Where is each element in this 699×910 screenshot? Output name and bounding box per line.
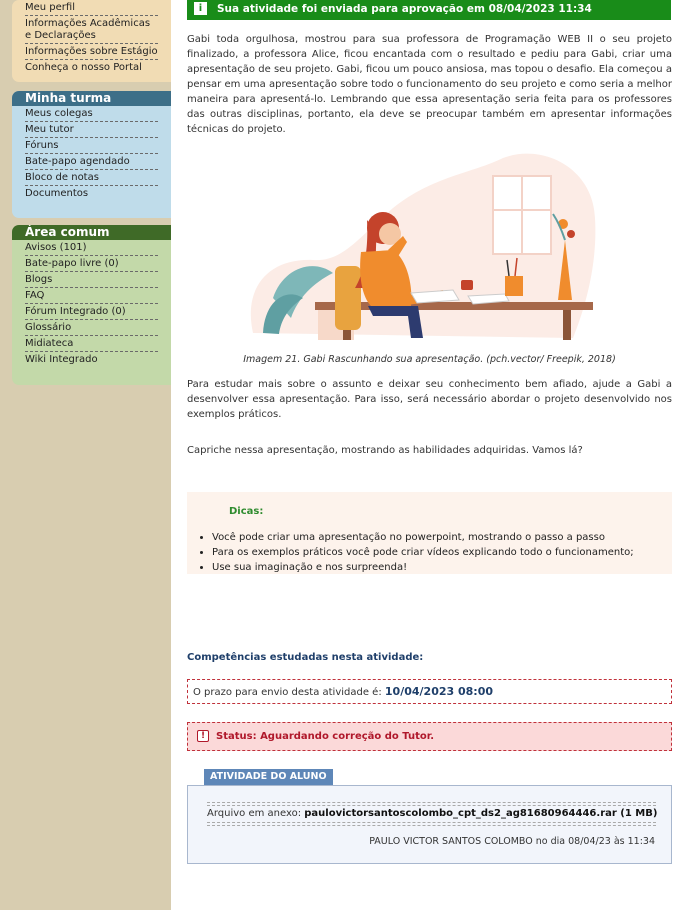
- sidebar-item-meus-colegas[interactable]: Meus colegas: [25, 106, 158, 122]
- tip-item: Para os exemplos práticos você pode cria…: [212, 545, 634, 560]
- attachment-line: Arquivo em anexo: paulovictorsantoscolom…: [207, 808, 657, 819]
- sidebar-item-documentos[interactable]: Documentos: [25, 186, 158, 201]
- sidebar: Meu perfil Informações Acadêmicas e Decl…: [0, 0, 171, 910]
- info-icon: i: [194, 2, 207, 15]
- intro-paragraph: Gabi toda orgulhosa, mostrou para sua pr…: [187, 34, 672, 135]
- tip-item: Use sua imaginação e nos surpreenda!: [212, 560, 634, 575]
- status-text: Status: Aguardando correção do Tutor.: [216, 731, 435, 742]
- sidebar-item-avisos[interactable]: Avisos (101): [25, 240, 158, 256]
- submission-author: PAULO VICTOR SANTOS COLOMBO no dia 08/04…: [369, 836, 655, 847]
- submission-banner: i Sua atividade foi enviada para aprovaç…: [187, 0, 671, 20]
- alert-icon: !: [197, 730, 209, 742]
- tab-atividade-do-aluno[interactable]: ATIVIDADE DO ALUNO: [204, 769, 333, 785]
- minha-turma-menu: Minha turma Meus colegas Meu tutor Fórun…: [12, 91, 171, 218]
- closing-paragraph: Capriche nessa apresentação, mostrando a…: [187, 445, 583, 456]
- illustration-image: [250, 153, 596, 340]
- tips-box: Dicas: Você pode criar uma apresentação …: [187, 492, 672, 574]
- attachment-link[interactable]: paulovictorsantoscolombo_cpt_ds2_ag81680…: [304, 808, 657, 819]
- divider: [207, 802, 656, 806]
- sidebar-item-conheca-portal[interactable]: Conheça o nosso Portal: [25, 60, 158, 75]
- sidebar-item-bate-papo-livre[interactable]: Bate-papo livre (0): [25, 256, 158, 272]
- deadline-value: 10/04/2023 08:00: [384, 685, 493, 698]
- sidebar-item-forum-integrado[interactable]: Fórum Integrado (0): [25, 304, 158, 320]
- sidebar-item-glossario[interactable]: Glossário: [25, 320, 158, 336]
- profile-menu: Meu perfil Informações Acadêmicas e Decl…: [12, 0, 171, 82]
- sidebar-item-wiki-integrado[interactable]: Wiki Integrado: [25, 352, 158, 367]
- divider: [207, 822, 656, 826]
- attachment-label: Arquivo em anexo:: [207, 808, 302, 819]
- sidebar-item-informacoes-academicas[interactable]: Informações Acadêmicas e Declarações: [25, 16, 158, 44]
- sidebar-item-faq[interactable]: FAQ: [25, 288, 158, 304]
- study-paragraph: Para estudar mais sobre o assunto e deix…: [187, 379, 672, 420]
- sidebar-item-midiateca[interactable]: Midiateca: [25, 336, 158, 352]
- minha-turma-title: Minha turma: [12, 91, 171, 106]
- sidebar-item-meu-tutor[interactable]: Meu tutor: [25, 122, 158, 138]
- student-activity-box: Arquivo em anexo: paulovictorsantoscolom…: [187, 785, 672, 864]
- sidebar-item-meu-perfil[interactable]: Meu perfil: [25, 0, 158, 16]
- area-comum-title: Área comum: [12, 225, 171, 240]
- deadline-label: O prazo para envio desta atividade é:: [193, 687, 382, 698]
- sidebar-item-foruns[interactable]: Fóruns: [25, 138, 158, 154]
- tips-title: Dicas:: [229, 506, 264, 517]
- area-comum-menu: Área comum Avisos (101) Bate-papo livre …: [12, 225, 171, 385]
- status-box: ! Status: Aguardando correção do Tutor.: [187, 722, 672, 751]
- sidebar-item-bloco-de-notas[interactable]: Bloco de notas: [25, 170, 158, 186]
- tips-list: Você pode criar uma apresentação no powe…: [212, 530, 634, 575]
- deadline-box: O prazo para envio desta atividade é: 10…: [187, 679, 672, 704]
- submission-banner-text: Sua atividade foi enviada para aprovação…: [217, 3, 592, 15]
- main-content: i Sua atividade foi enviada para aprovaç…: [171, 0, 699, 910]
- sidebar-item-informacoes-estagio[interactable]: Informações sobre Estágio: [25, 44, 158, 60]
- tip-item: Você pode criar uma apresentação no powe…: [212, 530, 634, 545]
- competencias-title: Competências estudadas nesta atividade:: [187, 652, 424, 663]
- image-caption: Imagem 21. Gabi Rascunhando sua apresent…: [243, 354, 616, 365]
- sidebar-item-blogs[interactable]: Blogs: [25, 272, 158, 288]
- sidebar-item-bate-papo-agendado[interactable]: Bate-papo agendado: [25, 154, 158, 170]
